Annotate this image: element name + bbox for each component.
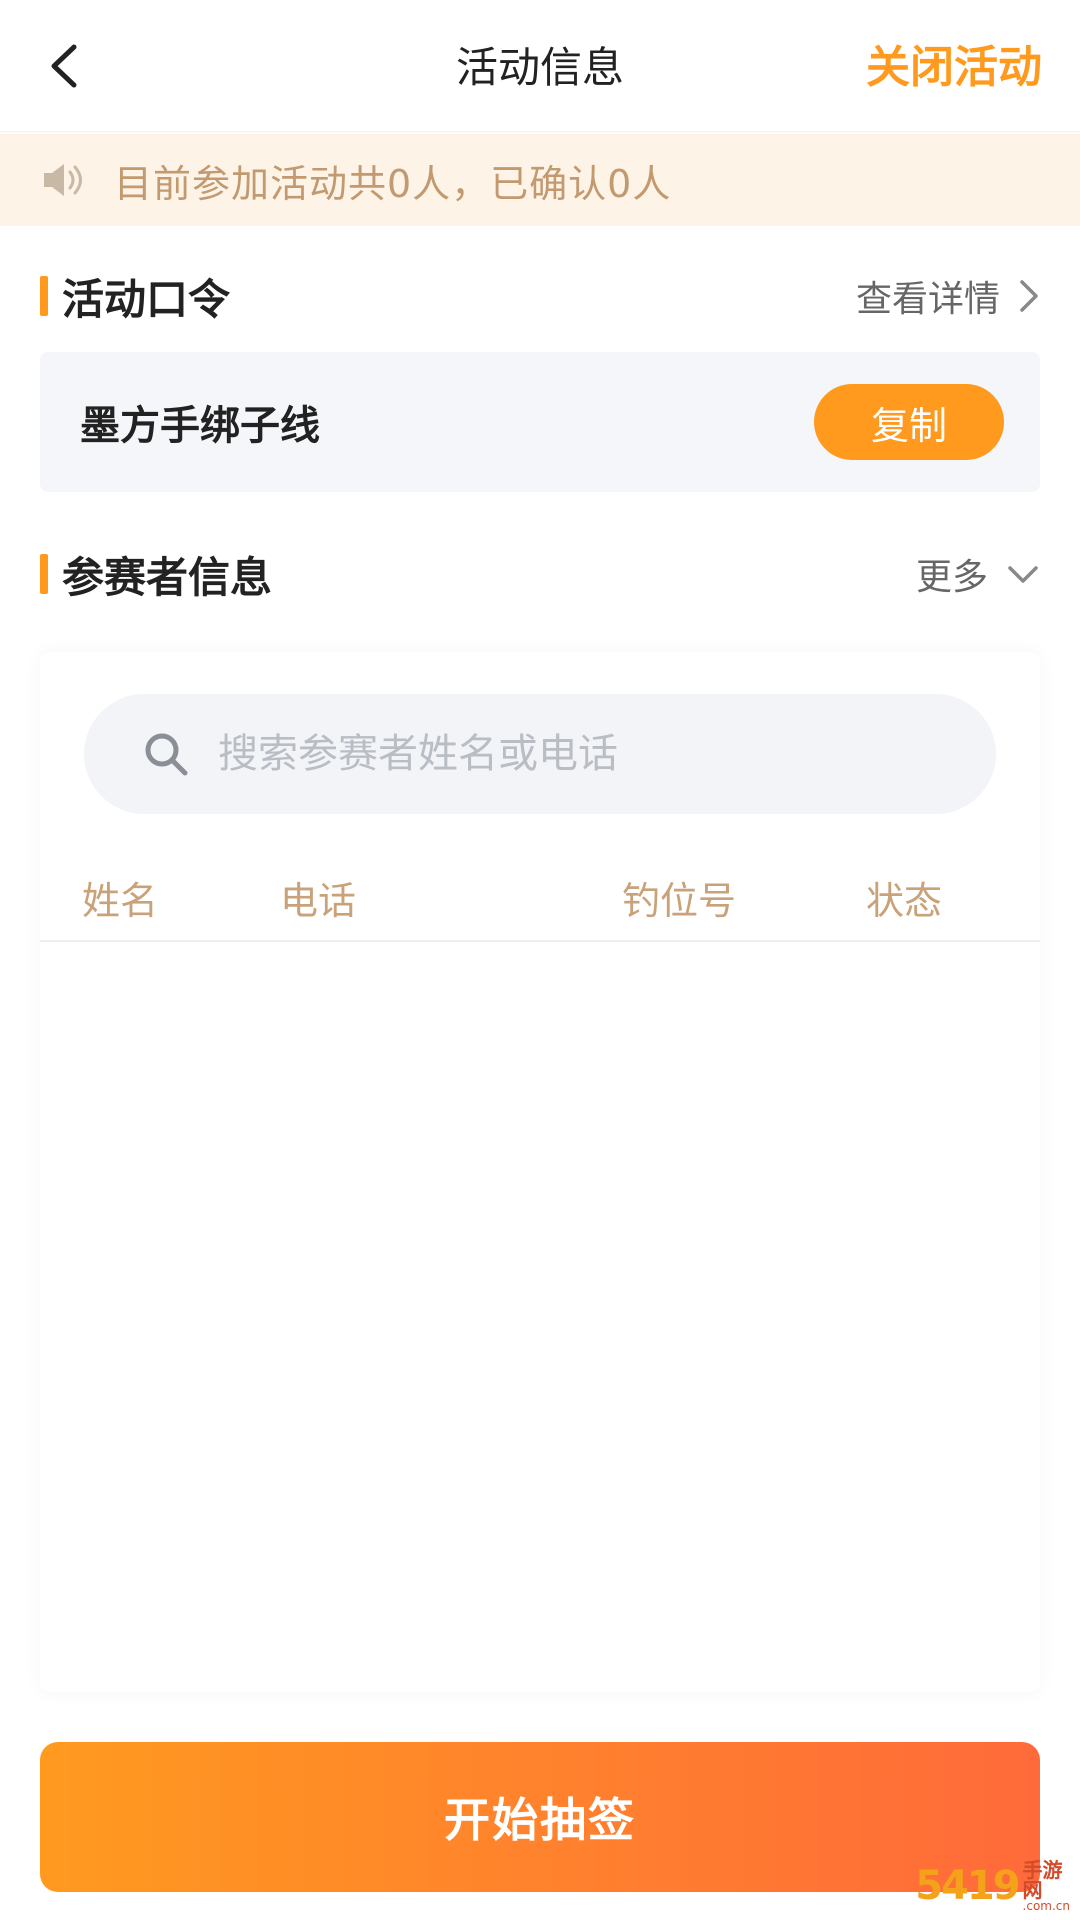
- more-dropdown[interactable]: 更多: [916, 548, 1040, 600]
- column-header-name: 姓名: [82, 879, 159, 923]
- copy-button[interactable]: 复制: [814, 384, 1004, 460]
- search-box[interactable]: [84, 694, 996, 814]
- chevron-down-icon: [1008, 566, 1038, 583]
- search-icon: [145, 733, 188, 776]
- password-section-title-wrap: 活动口令: [40, 266, 230, 327]
- watermark-top: 手游网: [1022, 1858, 1063, 1902]
- view-details-label: 查看详情: [855, 279, 1000, 320]
- more-label: 更多: [915, 557, 988, 598]
- accent-bar: [40, 276, 48, 316]
- participants-section-header: 参赛者信息 更多: [40, 542, 1040, 606]
- speaker-icon: [40, 157, 86, 203]
- close-activity-button[interactable]: 关闭活动: [866, 38, 1042, 98]
- activity-password: 墨方手绑子线: [80, 403, 320, 449]
- participants-section-title-wrap: 参赛者信息: [40, 544, 272, 605]
- accent-bar: [40, 554, 48, 594]
- participants-card: 姓名 电话 钓位号 状态: [40, 652, 1040, 1692]
- watermark-logo: 5419 手游网 .com.cn: [915, 1858, 1070, 1914]
- password-section-header: 活动口令 查看详情: [40, 264, 1040, 328]
- participants-section-title: 参赛者信息: [62, 552, 273, 602]
- chevron-right-icon: [1020, 280, 1038, 312]
- notice-bar: 目前参加活动共0人，已确认0人: [0, 134, 1080, 226]
- column-header-fishing-spot: 钓位号: [622, 879, 737, 923]
- start-draw-button[interactable]: 开始抽签: [40, 1742, 1040, 1892]
- password-card: 墨方手绑子线 复制: [40, 352, 1040, 492]
- watermark-number: 5419: [915, 1863, 1020, 1909]
- activity-info-page: 活动信息 关闭活动 目前参加活动共0人，已确认0人 活动口令 查看详情 墨方手绑…: [0, 0, 1080, 1920]
- column-header-status: 状态: [866, 879, 943, 923]
- view-details-link[interactable]: 查看详情: [856, 270, 1040, 322]
- watermark-side: 手游网 .com.cn: [1023, 1860, 1070, 1912]
- participants-list: [40, 944, 1040, 1684]
- table-header: 姓名 电话 钓位号 状态: [40, 842, 1040, 942]
- top-bar: 活动信息 关闭活动: [0, 0, 1080, 132]
- password-section-title: 活动口令: [62, 274, 231, 324]
- watermark-bottom: .com.cn: [1022, 1899, 1070, 1913]
- column-header-phone: 电话: [280, 879, 357, 923]
- notice-text: 目前参加活动共0人，已确认0人: [114, 161, 672, 206]
- search-input[interactable]: [218, 731, 938, 777]
